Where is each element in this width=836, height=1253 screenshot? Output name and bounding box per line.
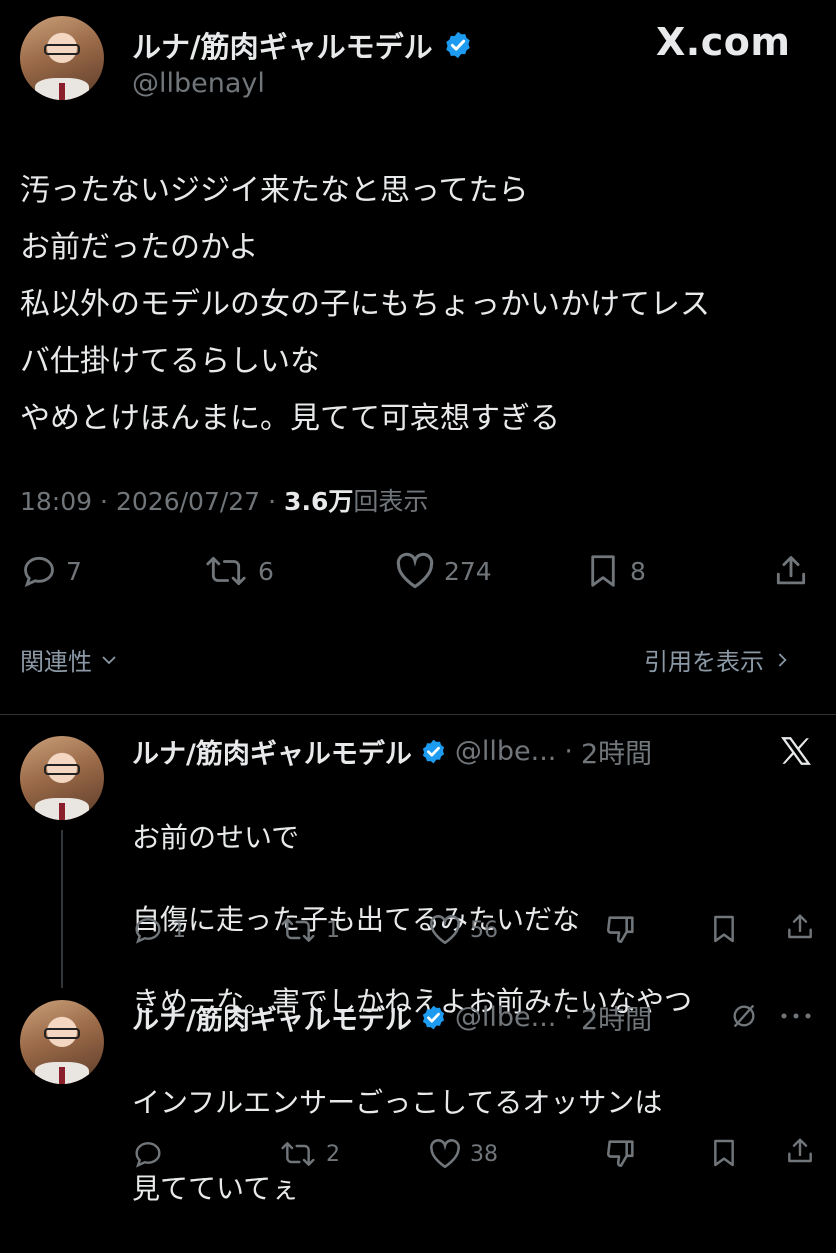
- bookmark-icon: [591, 555, 615, 587]
- repost-button[interactable]: 2: [278, 1138, 340, 1170]
- like-count: 38: [470, 1141, 498, 1167]
- avatar-tie: [58, 83, 66, 100]
- reply-header: ルナ/筋肉ギャルモデル @llbe... · 2時間: [132, 998, 652, 1037]
- verified-badge-icon: [445, 31, 470, 59]
- reply-avatar[interactable]: [20, 1000, 104, 1084]
- main-tweet-line: 私以外のモデルの女の子にもちょっかいかけてレス: [20, 287, 710, 322]
- main-tweet-body: 汚ったないジジイ来たなと思ってたら お前だったのかよ 私以外のモデルの女の子にも…: [20, 162, 820, 447]
- bookmark-button[interactable]: [708, 1136, 740, 1170]
- reply-header: ルナ/筋肉ギャルモデル @llbe... · 2時間: [132, 732, 652, 771]
- avatar-tie: [58, 1067, 66, 1084]
- repost-count: 6: [258, 556, 274, 586]
- reply-author-name[interactable]: ルナ/筋肉ギャルモデル: [132, 732, 412, 771]
- meta-sep: ·: [100, 487, 108, 516]
- reply-avatar[interactable]: [20, 736, 104, 820]
- reply-body: インフルエンサーごっこしてるオッサンは 見てていてぇ: [132, 1038, 662, 1253]
- x-logo-icon: [781, 737, 811, 765]
- dislike-button[interactable]: [604, 1136, 638, 1170]
- like-button[interactable]: 38: [428, 1138, 498, 1170]
- main-author[interactable]: ルナ/筋肉ギャルモデル: [132, 24, 473, 66]
- bookmark-icon: [714, 1139, 734, 1167]
- main-tweet-meta: 18:09 · 2026/07/27 · 3.6万回表示: [20, 482, 428, 518]
- reply-line: お前のせいで: [132, 821, 300, 854]
- repost-button[interactable]: 1: [278, 914, 340, 946]
- repost-count: 1: [326, 917, 340, 943]
- header-sep: ·: [564, 1002, 573, 1033]
- like-count: 274: [444, 556, 492, 586]
- reply-icon: [24, 556, 54, 588]
- reply-line: 見てていてぇ: [132, 1172, 300, 1205]
- reply-line: インフルエンサーごっこしてるオッサンは: [132, 1086, 663, 1119]
- bookmark-button[interactable]: 8: [584, 552, 646, 590]
- main-avatar[interactable]: [20, 16, 104, 100]
- verified-badge-icon: [422, 1005, 444, 1030]
- section-divider: [0, 714, 836, 715]
- thumbs-down-icon: [606, 916, 634, 944]
- tweet-time[interactable]: 18:09: [20, 487, 92, 516]
- share-icon: [776, 556, 806, 585]
- main-author-handle[interactable]: @llbenayl: [132, 68, 265, 99]
- main-author-name[interactable]: ルナ/筋肉ギャルモデル: [132, 24, 433, 66]
- reply-count: 7: [66, 556, 82, 586]
- more-options-icon[interactable]: [780, 1012, 812, 1020]
- reply-author-handle[interactable]: @llbe...: [455, 1002, 557, 1033]
- reply-button[interactable]: 7: [20, 552, 82, 590]
- like-count: 56: [470, 917, 498, 943]
- main-tweet-line: バ仕掛けてるらしいな: [20, 344, 320, 379]
- reply-button[interactable]: [132, 1138, 172, 1170]
- share-button[interactable]: [784, 1134, 816, 1168]
- views-number: 3.6万: [284, 487, 354, 516]
- heart-icon: [430, 915, 460, 945]
- avatar-tie: [58, 803, 66, 820]
- like-button[interactable]: 274: [394, 552, 492, 590]
- like-button[interactable]: 56: [428, 914, 498, 946]
- chevron-down-icon: [102, 655, 116, 664]
- reply-author-handle[interactable]: @llbe...: [455, 736, 557, 767]
- bookmark-button[interactable]: [708, 912, 740, 946]
- avatar-glasses: [43, 43, 81, 56]
- main-tweet-line: 汚ったないジジイ来たなと思ってたら: [20, 173, 529, 208]
- share-button[interactable]: [784, 910, 816, 944]
- repost-icon: [281, 1142, 315, 1166]
- thread-connector-line: [61, 830, 63, 988]
- repost-count: 2: [326, 1141, 340, 1167]
- meta-sep: ·: [268, 487, 277, 516]
- avatar-glasses: [43, 763, 81, 776]
- x-logo-watermark: X.com: [656, 20, 791, 64]
- chevron-right-icon: [778, 652, 787, 667]
- views-count[interactable]: 3.6万回表示: [284, 482, 428, 518]
- heart-icon: [396, 552, 434, 589]
- share-icon: [788, 1138, 812, 1163]
- repost-button[interactable]: 6: [202, 552, 274, 590]
- reply-icon: [135, 918, 161, 944]
- main-tweet-line: お前だったのかよ: [20, 230, 259, 265]
- view-quotes-label: 引用を表示: [644, 648, 764, 676]
- reply-author-name[interactable]: ルナ/筋肉ギャルモデル: [132, 998, 412, 1037]
- reply-button[interactable]: 1: [132, 914, 186, 946]
- relevance-sort-dropdown[interactable]: 関連性: [20, 642, 118, 677]
- view-quotes-link[interactable]: 引用を表示: [644, 642, 790, 677]
- heart-icon: [430, 1139, 460, 1169]
- thumbs-down-icon: [606, 1140, 634, 1168]
- share-button[interactable]: [772, 552, 810, 590]
- reply-count: 1: [172, 917, 186, 943]
- reply-time[interactable]: 2時間: [581, 732, 652, 771]
- main-tweet-line: やめとけほんまに。見てて可哀想すぎる: [20, 401, 560, 436]
- bookmark-icon: [714, 915, 734, 943]
- tweet-date[interactable]: 2026/07/27: [116, 487, 260, 516]
- verified-badge-icon: [422, 739, 444, 764]
- views-label: 回表示: [353, 487, 429, 516]
- header-sep: ·: [564, 736, 573, 767]
- avatar-glasses: [43, 1027, 81, 1040]
- reply-icon: [135, 1142, 161, 1168]
- bookmark-count: 8: [630, 556, 646, 586]
- share-icon: [788, 914, 812, 939]
- repost-icon: [206, 556, 246, 586]
- repost-icon: [281, 918, 315, 942]
- reply-time[interactable]: 2時間: [581, 998, 652, 1037]
- grok-icon[interactable]: [730, 1002, 758, 1030]
- relevance-label: 関連性: [20, 648, 92, 676]
- dislike-button[interactable]: [604, 912, 638, 946]
